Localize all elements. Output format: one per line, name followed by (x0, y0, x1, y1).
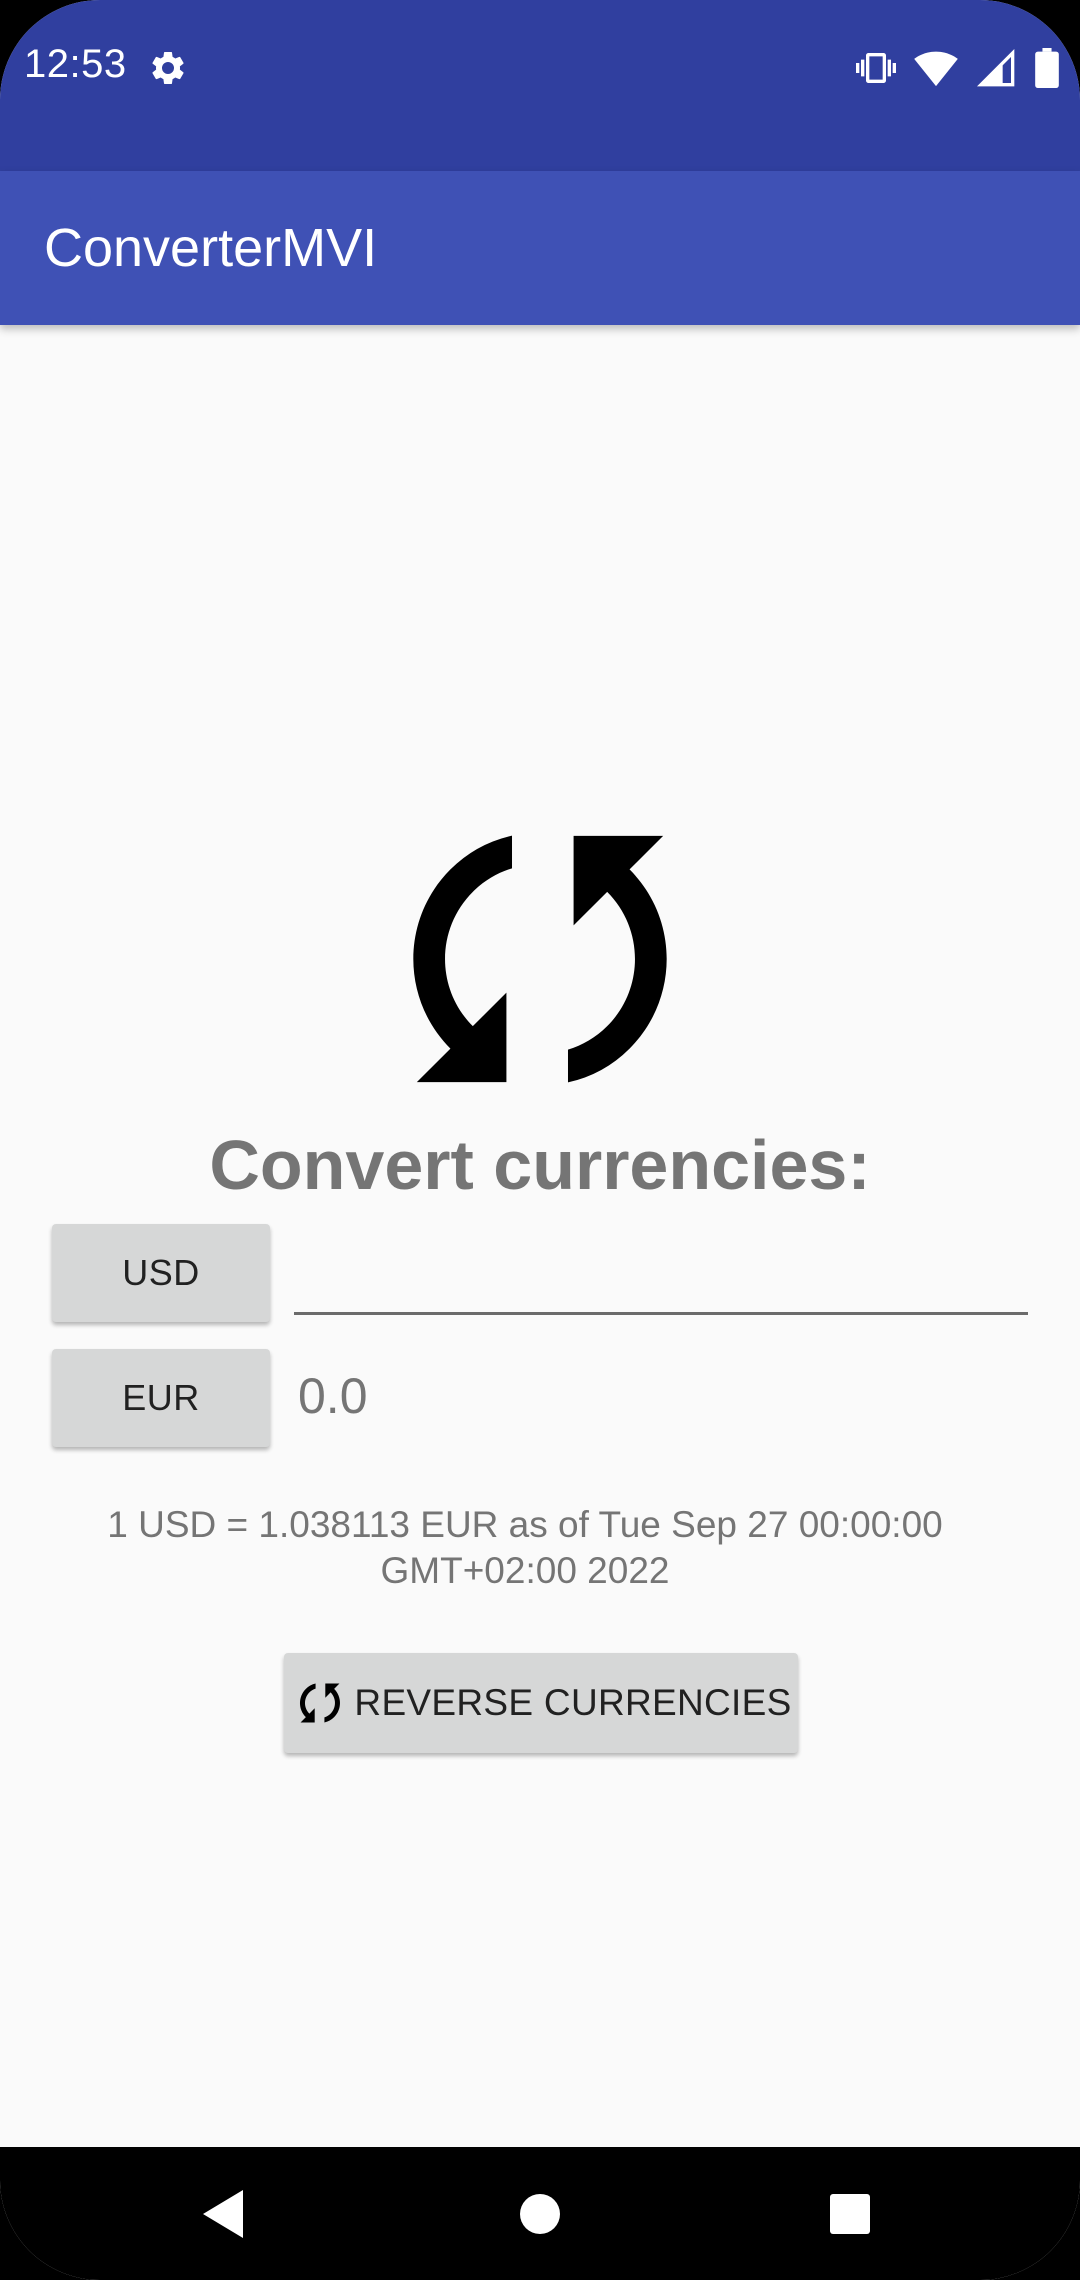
navigation-bar (0, 2147, 1080, 2280)
back-button[interactable] (165, 2147, 285, 2280)
recents-icon (830, 2193, 870, 2234)
converted-value: 0.0 (298, 1368, 368, 1424)
sync-icon (413, 835, 667, 1083)
device-screen: 12:53 ConverterMVI Convert currencies: U… (0, 0, 1080, 2280)
signal-icon (976, 48, 1015, 87)
home-icon (520, 2193, 560, 2234)
from-currency-button[interactable]: USD (52, 1224, 270, 1322)
exchange-rate-info: 1 USD = 1.038113 EUR as of Tue Sep 27 00… (107, 1504, 943, 1591)
reverse-currencies-label: REVERSE CURRENCIES (354, 1682, 792, 1723)
main-content: Convert currencies: USD EUR 0.0 1 USD = … (0, 325, 1080, 2147)
to-currency-button[interactable]: EUR (52, 1349, 270, 1447)
gear-icon (152, 51, 184, 84)
vibrate-icon (856, 53, 896, 83)
status-bar: 12:53 (0, 0, 1080, 171)
to-currency-label: EUR (122, 1377, 200, 1418)
battery-icon (1035, 48, 1059, 88)
status-icons (856, 44, 1060, 92)
reverse-currencies-button[interactable]: REVERSE CURRENCIES (284, 1653, 798, 1753)
recents-button[interactable] (790, 2147, 910, 2280)
sync-icon (300, 1683, 341, 1723)
from-currency-label: USD (122, 1252, 200, 1293)
status-time: 12:53 (24, 42, 127, 86)
app-bar: ConverterMVI (0, 171, 1080, 325)
back-icon (203, 2189, 243, 2238)
wifi-icon (914, 51, 958, 87)
page-heading: Convert currencies: (209, 1126, 871, 1204)
amount-input[interactable] (294, 1205, 1028, 1315)
home-button[interactable] (480, 2147, 600, 2280)
app-title: ConverterMVI (44, 218, 378, 278)
